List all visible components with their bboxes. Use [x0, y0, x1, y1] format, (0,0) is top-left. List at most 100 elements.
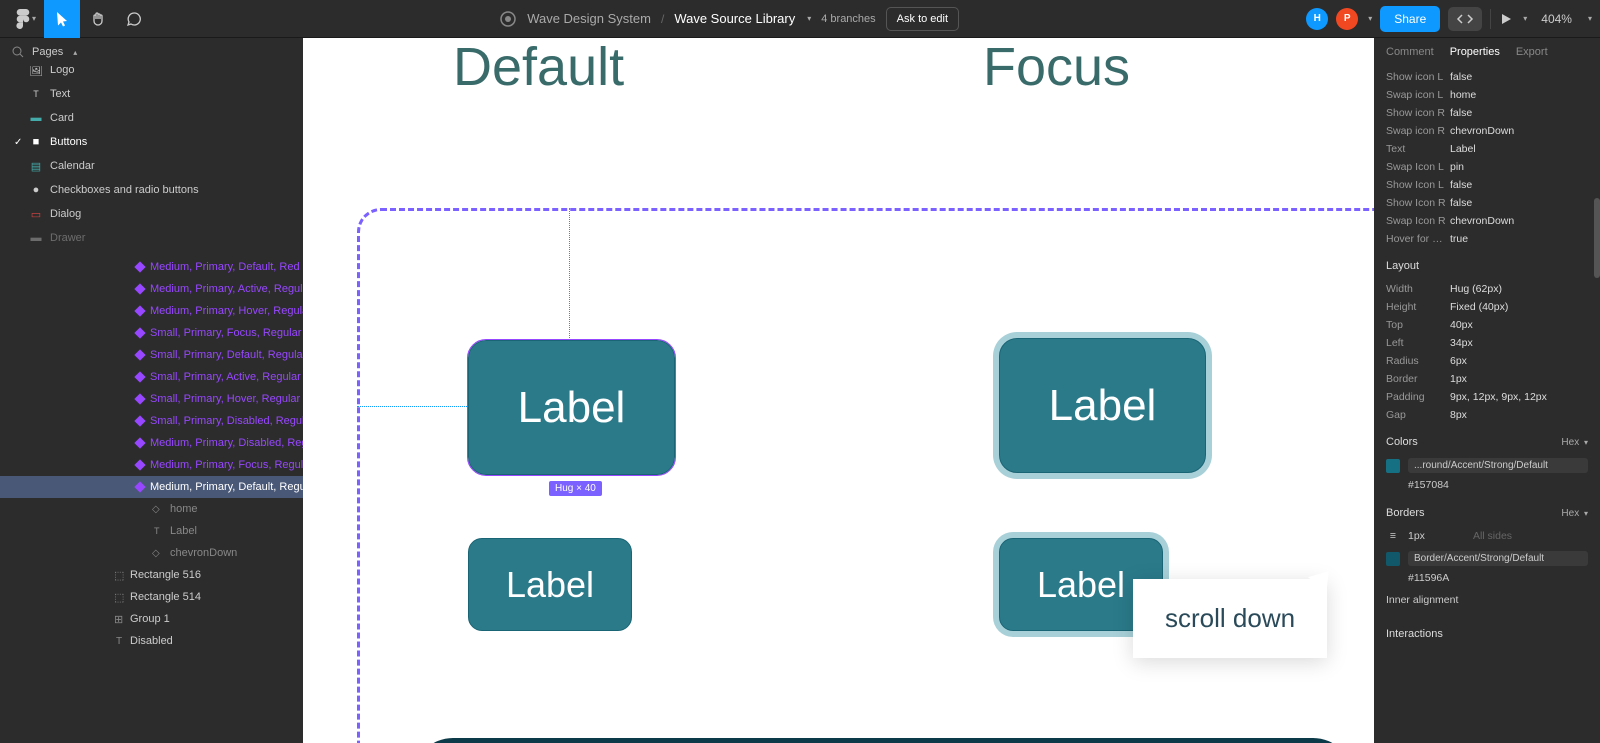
inner-alignment-row[interactable]: Inner alignment: [1374, 590, 1600, 610]
right-panel-scrollbar[interactable]: [1594, 198, 1600, 278]
layer-item[interactable]: Small, Primary, Active, Regular: [0, 366, 303, 388]
layer-item-chevron[interactable]: chevronDown: [0, 542, 303, 564]
border-color-row[interactable]: Border/Accent/Strong/Default: [1374, 547, 1600, 570]
page-item-card[interactable]: ▬Card: [0, 106, 303, 130]
border-hex-value[interactable]: #11596A: [1374, 570, 1600, 590]
prop-row[interactable]: Swap Icon RchevronDown: [1386, 212, 1588, 230]
figma-logo-icon: [16, 9, 30, 29]
hex-label[interactable]: Hex ▾: [1561, 437, 1588, 448]
branches-indicator[interactable]: 4 branches: [821, 13, 875, 25]
left-panel: Pages ▴ 🖼Logo TText ▬Card ■Buttons ▤Cale…: [0, 38, 303, 743]
tab-export[interactable]: Export: [1516, 46, 1548, 58]
pages-list: 🖼Logo TText ▬Card ■Buttons ▤Calendar ●Ch…: [0, 66, 303, 252]
layer-item-label[interactable]: Label: [0, 520, 303, 542]
layout-row[interactable]: Gap8px: [1386, 406, 1588, 424]
component-icon: ■: [30, 136, 42, 148]
page-item-dialog[interactable]: ▭Dialog: [0, 202, 303, 226]
layer-item[interactable]: Small, Primary, Hover, Regular: [0, 388, 303, 410]
zoom-level[interactable]: 404%: [1535, 12, 1578, 26]
comment-tool-button[interactable]: [116, 0, 152, 38]
layer-item[interactable]: Small, Primary, Disabled, Regular: [0, 410, 303, 432]
prop-row[interactable]: Show icon Rfalse: [1386, 104, 1588, 122]
dev-mode-icon: [1456, 12, 1474, 26]
layer-item[interactable]: Medium, Primary, Disabled, Reg...: [0, 432, 303, 454]
collaborator-avatar-h[interactable]: H: [1306, 8, 1328, 30]
prop-row[interactable]: Show icon Lfalse: [1386, 68, 1588, 86]
layout-row[interactable]: Left34px: [1386, 334, 1588, 352]
hand-tool-button[interactable]: [80, 0, 116, 38]
variant-frame: [357, 208, 1374, 743]
radio-icon: ●: [30, 184, 42, 196]
collaborator-avatar-p[interactable]: P: [1336, 8, 1358, 30]
dialog-icon: ▭: [30, 208, 42, 220]
layer-item[interactable]: Medium, Primary, Focus, Regular: [0, 454, 303, 476]
color-hex-value[interactable]: #157084: [1374, 477, 1600, 497]
layer-item-disabled[interactable]: Disabled: [0, 630, 303, 652]
layer-item[interactable]: Medium, Primary, Default, Red (...: [0, 256, 303, 278]
layout-row[interactable]: WidthHug (62px): [1386, 280, 1588, 298]
prop-row[interactable]: Swap icon RchevronDown: [1386, 122, 1588, 140]
design-canvas[interactable]: Default Focus Label Hug × 40 Label Label…: [303, 38, 1374, 743]
layout-row[interactable]: Radius6px: [1386, 352, 1588, 370]
project-name[interactable]: Wave Design System: [527, 11, 651, 26]
layout-row[interactable]: HeightFixed (40px): [1386, 298, 1588, 316]
layer-item[interactable]: Medium, Primary, Active, Regular: [0, 278, 303, 300]
layout-section: WidthHug (62px) HeightFixed (40px) Top40…: [1374, 278, 1600, 426]
page-item-checkboxes[interactable]: ●Checkboxes and radio buttons: [0, 178, 303, 202]
dark-section: [413, 738, 1353, 743]
tab-properties[interactable]: Properties: [1450, 46, 1500, 58]
border-swatch[interactable]: [1386, 552, 1400, 566]
prop-row[interactable]: Show Icon Rfalse: [1386, 194, 1588, 212]
page-item-buttons[interactable]: ■Buttons: [0, 130, 303, 154]
share-button[interactable]: Share: [1380, 6, 1440, 32]
comment-icon: [126, 11, 142, 27]
borders-heading: Borders: [1386, 507, 1425, 519]
layer-item-rect516[interactable]: Rectangle 516: [0, 564, 303, 586]
button-default-small[interactable]: Label: [468, 538, 632, 631]
cursor-icon: [54, 11, 70, 27]
prop-row[interactable]: TextLabel: [1386, 140, 1588, 158]
layer-item-selected[interactable]: Medium, Primary, Default, Regu...: [0, 476, 303, 498]
layout-row[interactable]: Border1px: [1386, 370, 1588, 388]
hex-label-borders[interactable]: Hex ▾: [1561, 508, 1588, 519]
dev-mode-button[interactable]: [1448, 7, 1482, 31]
zoom-caret[interactable]: ▾: [1588, 14, 1592, 23]
file-menu-caret[interactable]: ▾: [807, 14, 811, 23]
layer-item[interactable]: Medium, Primary, Hover, Regular: [0, 300, 303, 322]
border-width: 1px: [1408, 530, 1425, 542]
layer-item[interactable]: Small, Primary, Focus, Regular: [0, 322, 303, 344]
move-tool-button[interactable]: [44, 0, 80, 38]
border-width-row[interactable]: ≡ 1px All sides: [1374, 525, 1600, 547]
inspector-tabs: Comment Properties Export: [1374, 38, 1600, 66]
page-item-text[interactable]: TText: [0, 82, 303, 106]
text-icon: T: [30, 88, 42, 100]
prop-row[interactable]: Swap Icon Lpin: [1386, 158, 1588, 176]
pages-header[interactable]: Pages ▴: [0, 38, 303, 66]
tab-comment[interactable]: Comment: [1386, 46, 1434, 58]
button-focus-medium[interactable]: Label: [999, 338, 1206, 473]
border-style-icon: ≡: [1386, 529, 1400, 543]
file-name[interactable]: Wave Source Library: [674, 11, 795, 26]
prop-row[interactable]: Hover for W...true: [1386, 230, 1588, 248]
collaborators-caret[interactable]: ▾: [1368, 14, 1372, 23]
color-swatch[interactable]: [1386, 459, 1400, 473]
colors-heading-row: Colors Hex ▾: [1374, 426, 1600, 454]
present-icon[interactable]: [1499, 12, 1513, 26]
button-default-medium[interactable]: Label: [468, 340, 675, 475]
layout-row[interactable]: Top40px: [1386, 316, 1588, 334]
layout-row[interactable]: Padding9px, 12px, 9px, 12px: [1386, 388, 1588, 406]
layer-item-rect514[interactable]: Rectangle 514: [0, 586, 303, 608]
page-item-drawer[interactable]: ▬Drawer: [0, 226, 303, 250]
layer-item-home[interactable]: home: [0, 498, 303, 520]
figma-menu-button[interactable]: ▾: [8, 0, 44, 38]
prop-row[interactable]: Swap icon Lhome: [1386, 86, 1588, 104]
layer-item-group1[interactable]: Group 1: [0, 608, 303, 630]
color-row[interactable]: ...round/Accent/Strong/Default: [1374, 454, 1600, 477]
pages-label: Pages: [32, 46, 63, 58]
ask-to-edit-button[interactable]: Ask to edit: [886, 7, 959, 31]
interactions-heading: Interactions: [1374, 618, 1600, 646]
prop-row[interactable]: Show Icon Lfalse: [1386, 176, 1588, 194]
page-item-logo[interactable]: 🖼Logo: [0, 66, 303, 82]
layer-item[interactable]: Small, Primary, Default, Regular: [0, 344, 303, 366]
page-item-calendar[interactable]: ▤Calendar: [0, 154, 303, 178]
